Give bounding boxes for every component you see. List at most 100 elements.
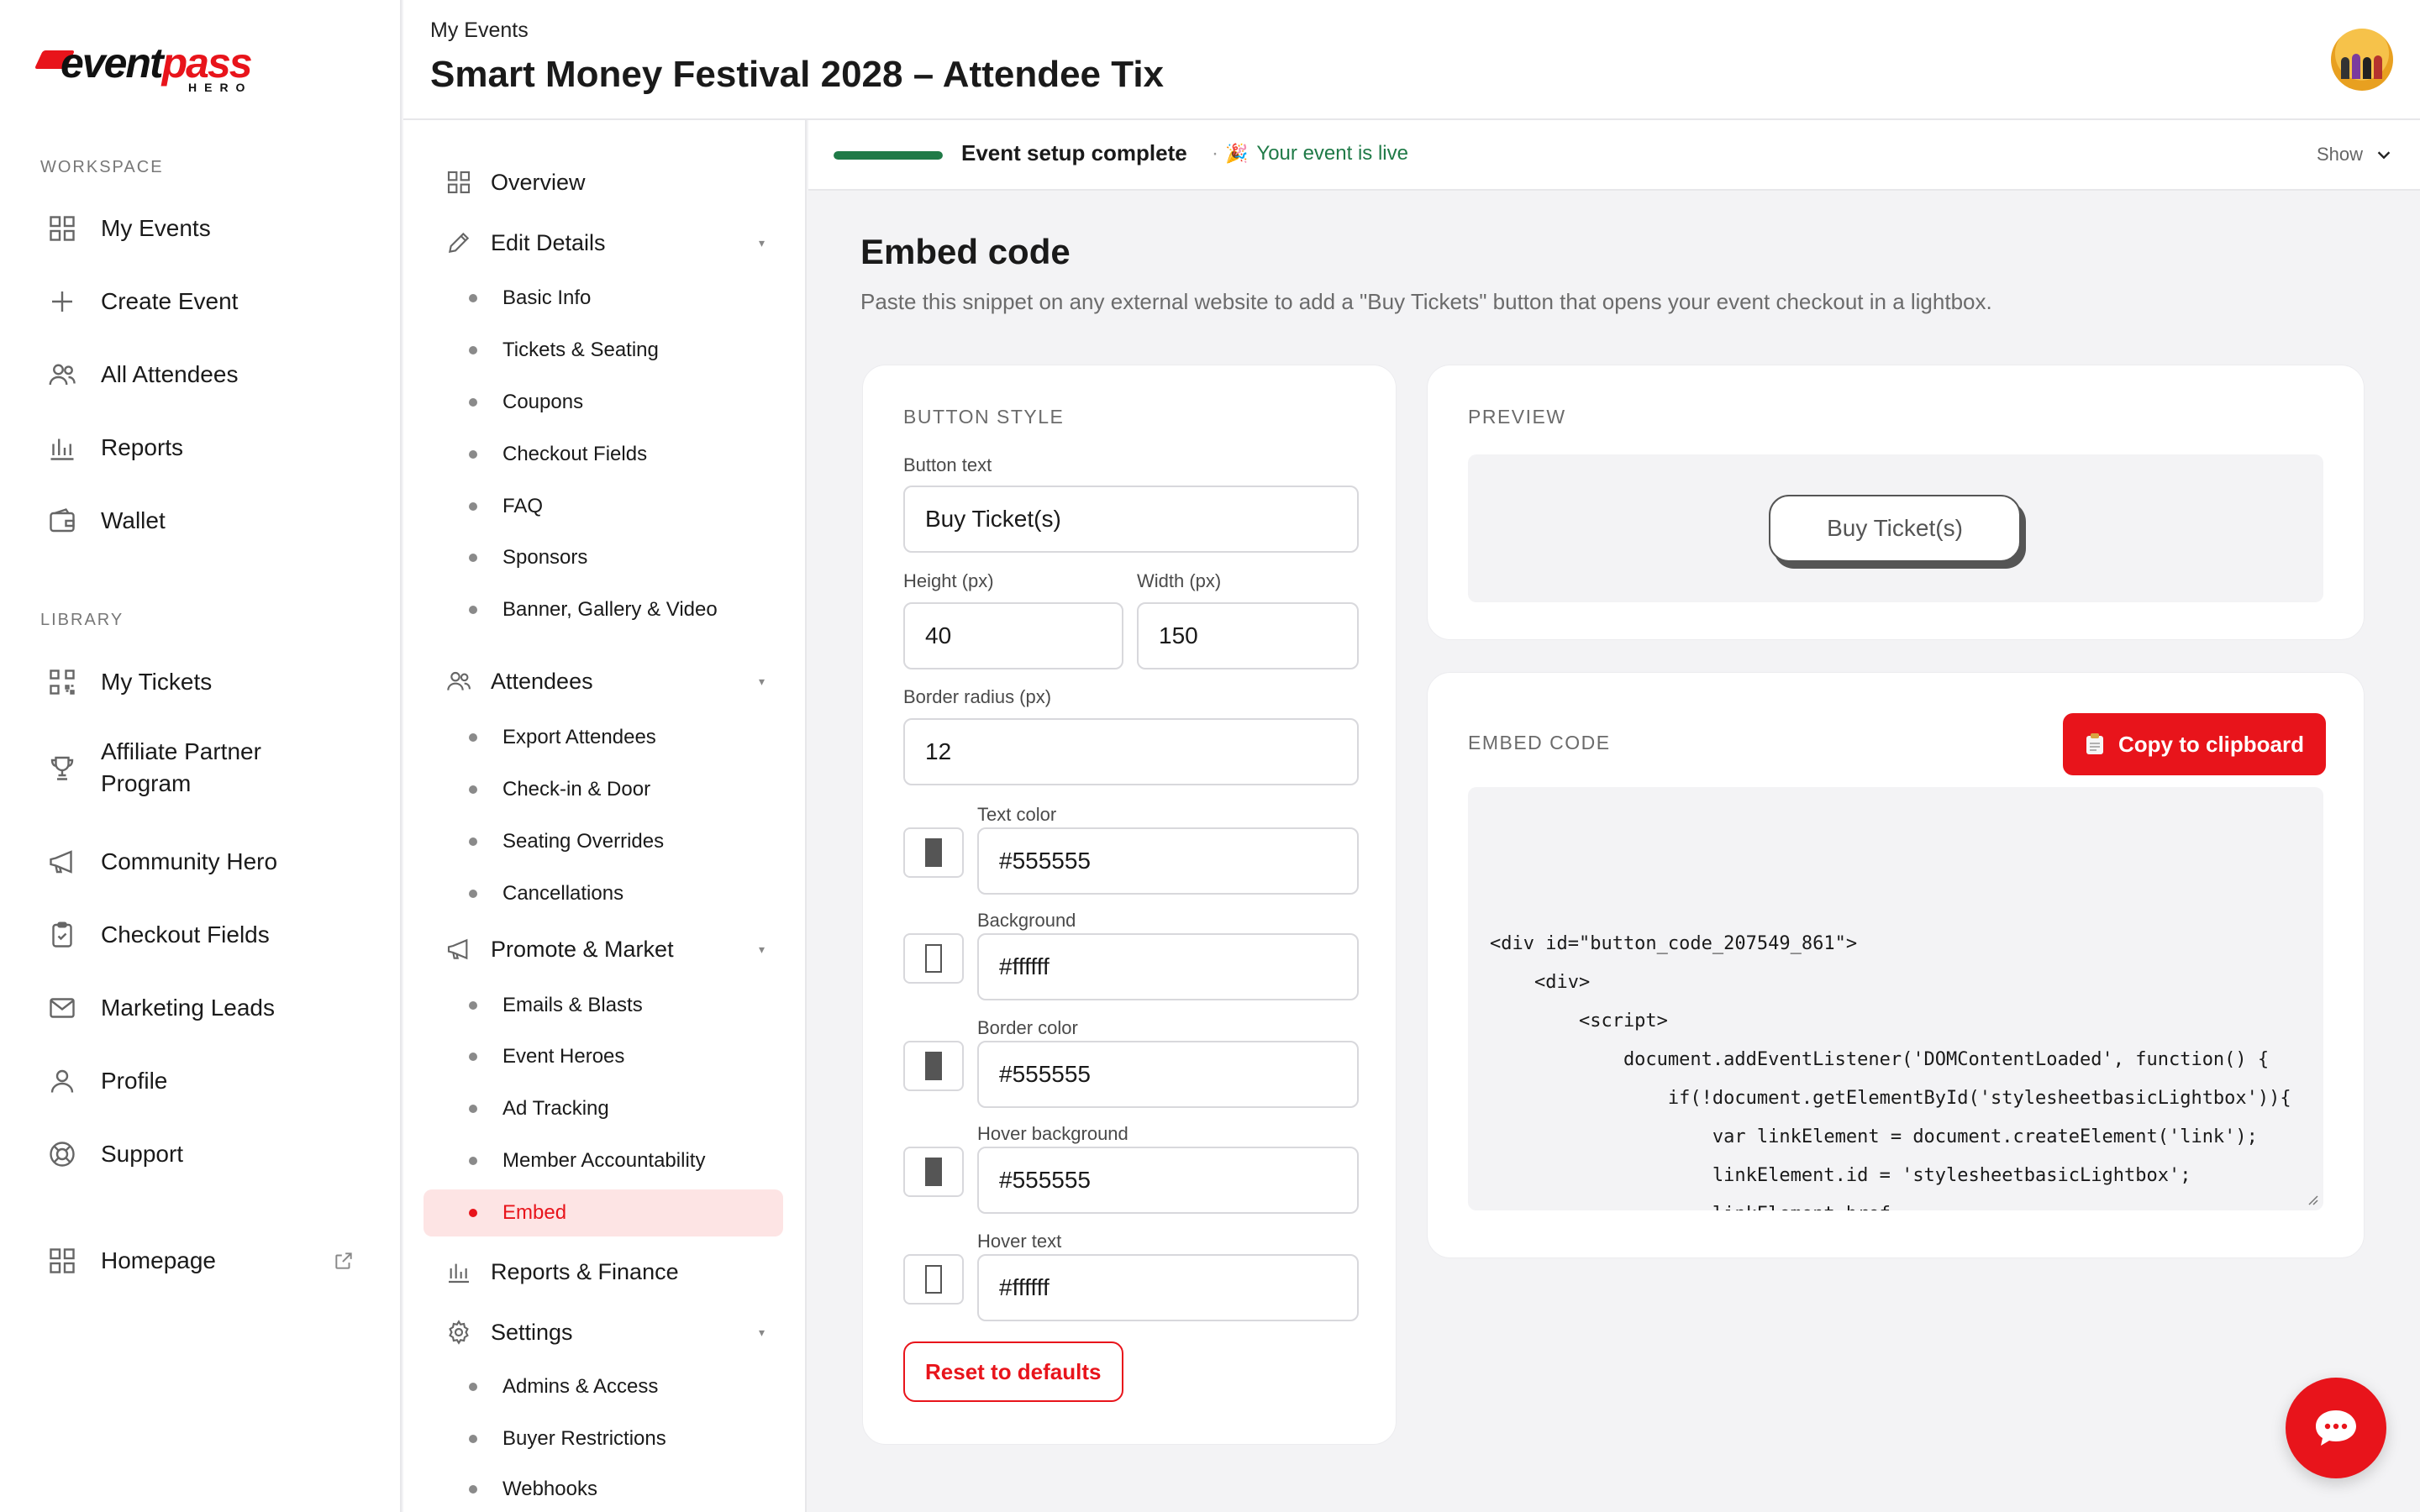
subnav-item-webhooks[interactable]: Webhooks bbox=[424, 1466, 783, 1512]
subnav-item-embed[interactable]: Embed bbox=[424, 1189, 783, 1236]
text-color-value: #555555 bbox=[999, 848, 1092, 874]
sidebar-item-reports[interactable]: Reports bbox=[47, 427, 183, 469]
hover-text-input[interactable]: #ffffff bbox=[977, 1254, 1359, 1321]
text-color-swatch[interactable] bbox=[903, 827, 964, 878]
section-description: Paste this snippet on any external websi… bbox=[860, 289, 1992, 314]
subnav-item-label: Tickets & Seating bbox=[502, 339, 659, 361]
breadcrumb[interactable]: My Events bbox=[430, 18, 529, 43]
clipboard-icon bbox=[2086, 733, 2103, 754]
button-text-input[interactable]: Buy Ticket(s) bbox=[903, 486, 1359, 553]
subnav-item-emails-blasts[interactable]: Emails & Blasts bbox=[424, 982, 783, 1029]
eventpass-logo[interactable]: eventpass HERO bbox=[34, 39, 266, 97]
subnav-label: Promote & Market bbox=[491, 936, 674, 962]
avatar[interactable] bbox=[2331, 29, 2393, 91]
button-text-value: Buy Ticket(s) bbox=[925, 506, 1061, 532]
sidebar-item-marketing-leads[interactable]: Marketing Leads bbox=[47, 987, 275, 1029]
subnav-item-seating-overrides[interactable]: Seating Overrides bbox=[424, 818, 783, 865]
bullet-icon bbox=[469, 837, 477, 846]
subnav-overview[interactable]: Overview bbox=[445, 164, 798, 201]
subnav-promote-market[interactable]: Promote & Market ▾ bbox=[445, 931, 798, 968]
button-style-card: BUTTON STYLE Button text Buy Ticket(s) H… bbox=[862, 365, 1397, 1445]
subnav-item-faq[interactable]: FAQ bbox=[424, 483, 783, 530]
sidebar-item-support[interactable]: Support bbox=[47, 1133, 183, 1175]
background-color-input[interactable]: #ffffff bbox=[977, 933, 1359, 1000]
sidebar-item-affiliate-partner-program[interactable]: Affiliate Partner Program bbox=[47, 736, 261, 806]
height-input[interactable]: 40 bbox=[903, 602, 1123, 669]
width-input[interactable]: 150 bbox=[1137, 602, 1359, 669]
subnav-item-sponsors[interactable]: Sponsors bbox=[424, 534, 783, 581]
subnav-item-admins-access[interactable]: Admins & Access bbox=[424, 1363, 783, 1410]
bullet-icon bbox=[469, 1053, 477, 1061]
hover-background-input[interactable]: #555555 bbox=[977, 1147, 1359, 1214]
subnav-item-member-accountability[interactable]: Member Accountability bbox=[424, 1137, 783, 1184]
subnav-item-coupons[interactable]: Coupons bbox=[424, 379, 783, 426]
setup-status-bar: Event setup complete · 🎉 Your event is l… bbox=[808, 120, 2420, 191]
subnav-reports-finance[interactable]: Reports & Finance bbox=[445, 1253, 798, 1290]
hover-text-swatch[interactable] bbox=[903, 1254, 964, 1305]
subnav-edit-details[interactable]: Edit Details ▾ bbox=[445, 224, 798, 261]
bullet-icon bbox=[469, 554, 477, 562]
bullet-icon bbox=[469, 606, 477, 614]
megaphone-icon bbox=[47, 847, 77, 877]
subnav-item-checkout-fields[interactable]: Checkout Fields bbox=[424, 431, 783, 478]
subnav-item-label: Banner, Gallery & Video bbox=[502, 598, 718, 621]
chat-support-button[interactable] bbox=[2286, 1378, 2386, 1478]
subnav-item-basic-info[interactable]: Basic Info bbox=[424, 275, 783, 322]
sidebar-item-create-event[interactable]: Create Event bbox=[47, 281, 238, 323]
sidebar-item-all-attendees[interactable]: All Attendees bbox=[47, 354, 238, 396]
border-radius-input[interactable]: 12 bbox=[903, 718, 1359, 785]
border-radius-value: 12 bbox=[925, 738, 952, 764]
event-live-text: Your event is live bbox=[1256, 142, 1408, 165]
chevron-down-icon bbox=[2377, 151, 2391, 160]
resize-handle-icon[interactable] bbox=[2305, 1192, 2318, 1205]
color-chip bbox=[925, 1265, 942, 1294]
height-value: 40 bbox=[925, 622, 952, 648]
sidebar-item-checkout-fields[interactable]: Checkout Fields bbox=[47, 914, 270, 956]
embed-code-textarea[interactable]: <div id="button_code_207549_861"> <div> … bbox=[1468, 787, 2323, 1210]
plus-icon bbox=[47, 286, 77, 317]
subnav-item-label: Seating Overrides bbox=[502, 830, 665, 853]
code-lines: <div id="button_code_207549_861"> <div> … bbox=[1490, 925, 2323, 1210]
sidebar-item-my-tickets[interactable]: My Tickets bbox=[47, 661, 212, 703]
code-line: linkElement.id = 'stylesheetbasicLightbo… bbox=[1490, 1165, 2191, 1186]
subnav-item-export-attendees[interactable]: Export Attendees bbox=[424, 714, 783, 761]
code-line: linkElement.href = bbox=[1490, 1195, 2323, 1210]
background-color-swatch[interactable] bbox=[903, 933, 964, 984]
width-value: 150 bbox=[1159, 622, 1198, 648]
user-icon bbox=[47, 1066, 77, 1096]
bar-chart-icon bbox=[47, 433, 77, 463]
users-icon bbox=[445, 668, 472, 695]
subnav-item-tickets-seating[interactable]: Tickets & Seating bbox=[424, 327, 783, 374]
show-details-toggle[interactable]: Show bbox=[2317, 144, 2393, 165]
subnav-item-check-in-door[interactable]: Check-in & Door bbox=[424, 766, 783, 813]
color-chip bbox=[925, 1158, 942, 1186]
reset-defaults-button[interactable]: Reset to defaults bbox=[903, 1341, 1123, 1402]
hover-background-swatch[interactable] bbox=[903, 1147, 964, 1197]
subnav-item-banner-gallery-video[interactable]: Banner, Gallery & Video bbox=[424, 586, 783, 633]
sidebar-item-wallet[interactable]: Wallet bbox=[47, 500, 166, 542]
border-color-swatch[interactable] bbox=[903, 1041, 964, 1091]
embed-code-label: EMBED CODE bbox=[1468, 732, 1611, 753]
button-style-label: BUTTON STYLE bbox=[903, 406, 1065, 428]
copy-to-clipboard-button[interactable]: Copy to clipboard bbox=[2063, 713, 2326, 775]
border-color-input[interactable]: #555555 bbox=[977, 1041, 1359, 1108]
sidebar-item-homepage[interactable]: Homepage bbox=[47, 1240, 366, 1282]
bullet-icon bbox=[469, 733, 477, 742]
subnav-item-cancellations[interactable]: Cancellations bbox=[424, 870, 783, 917]
hover-text-label: Hover text bbox=[977, 1231, 1062, 1252]
subnav-item-ad-tracking[interactable]: Ad Tracking bbox=[424, 1085, 783, 1132]
sidebar-item-profile[interactable]: Profile bbox=[47, 1060, 167, 1102]
chat-bubble-icon bbox=[2316, 1410, 2356, 1446]
subnav-item-buyer-restrictions[interactable]: Buyer Restrictions bbox=[424, 1415, 783, 1462]
hover-background-value: #555555 bbox=[999, 1167, 1092, 1193]
subnav-settings[interactable]: Settings ▾ bbox=[445, 1314, 798, 1351]
text-color-input[interactable]: #555555 bbox=[977, 827, 1359, 895]
subnav-attendees[interactable]: Attendees ▾ bbox=[445, 663, 798, 700]
sidebar-item-my-events[interactable]: My Events bbox=[47, 207, 211, 249]
subnav-item-event-heroes[interactable]: Event Heroes bbox=[424, 1033, 783, 1080]
hover-background-label: Hover background bbox=[977, 1123, 1128, 1144]
sidebar-item-community-hero[interactable]: Community Hero bbox=[47, 841, 277, 883]
preview-buy-tickets-button[interactable]: Buy Ticket(s) bbox=[1769, 495, 2021, 562]
logo-text-event: event bbox=[60, 39, 164, 87]
external-link-icon[interactable] bbox=[333, 1250, 355, 1272]
